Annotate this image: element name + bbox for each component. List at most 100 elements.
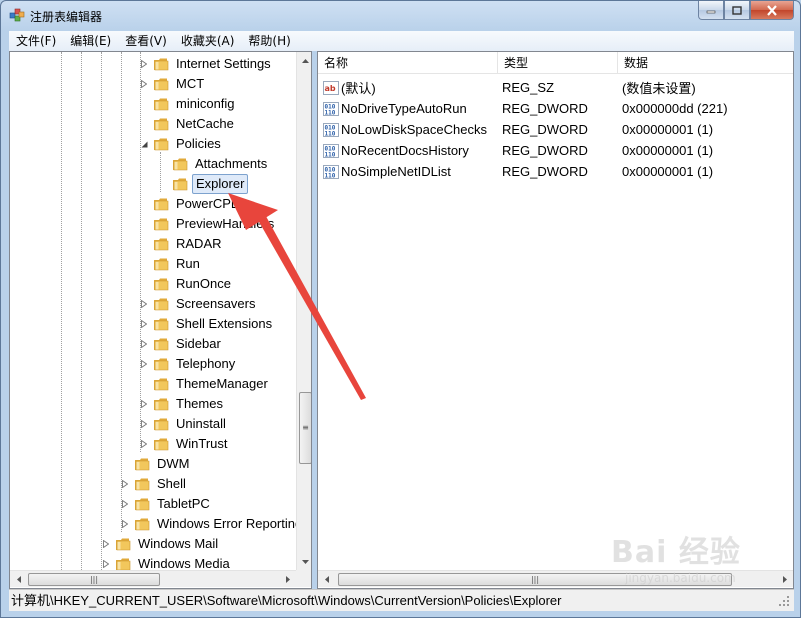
- tree-item[interactable]: miniconfig: [139, 94, 238, 114]
- tree-item-label: Windows Mail: [138, 536, 219, 551]
- tree-item[interactable]: ThemeManager: [139, 374, 271, 394]
- string-value-icon: ab: [323, 80, 339, 95]
- tree-item[interactable]: TabletPC: [120, 494, 213, 514]
- folder-icon: [115, 537, 131, 551]
- tree-item[interactable]: RADAR: [139, 234, 225, 254]
- scroll-down-button[interactable]: [297, 553, 311, 570]
- menu-bar: 文件(F) 编辑(E) 查看(V) 收藏夹(A) 帮助(H): [9, 31, 794, 51]
- tree-item[interactable]: Screensavers: [139, 294, 258, 314]
- column-header-name[interactable]: 名称: [318, 52, 498, 74]
- tree-item[interactable]: Attachments: [158, 154, 270, 174]
- value-row[interactable]: ab (默认) REG_SZ (数值未设置): [318, 77, 778, 98]
- tree-item[interactable]: Sidebar: [139, 334, 224, 354]
- tree-item[interactable]: Windows Media: [101, 554, 233, 570]
- close-button[interactable]: [750, 1, 794, 20]
- grip-icon: |||: [89, 574, 99, 584]
- menu-edit[interactable]: 编辑(E): [63, 31, 118, 51]
- tree-item[interactable]: Shell: [120, 474, 189, 494]
- expand-arrow-icon[interactable]: [139, 399, 149, 409]
- resize-grip-icon[interactable]: [778, 595, 790, 607]
- tree-item[interactable]: PowerCPL: [139, 194, 241, 214]
- tree-item[interactable]: Internet Settings: [139, 54, 274, 74]
- expand-arrow-icon[interactable]: [139, 339, 149, 349]
- folder-icon: [153, 237, 169, 251]
- tree-item[interactable]: NetCache: [139, 114, 237, 134]
- tree-item[interactable]: Policies: [139, 134, 224, 154]
- folder-icon: [172, 177, 188, 191]
- tree-item-label-selected: Explorer: [192, 174, 249, 194]
- expand-arrow-icon[interactable]: [101, 559, 111, 569]
- expand-arrow-icon[interactable]: [120, 519, 130, 529]
- tree-connector: [120, 459, 130, 469]
- expand-arrow-icon[interactable]: [139, 359, 149, 369]
- menu-file[interactable]: 文件(F): [9, 31, 63, 51]
- expand-arrow-icon[interactable]: [139, 299, 149, 309]
- tree-horizontal-scroll-thumb[interactable]: |||: [28, 573, 160, 586]
- tree-item[interactable]: Windows Mail: [101, 534, 221, 554]
- title-bar[interactable]: 注册表编辑器: [1, 1, 800, 31]
- folder-icon: [153, 197, 169, 211]
- folder-icon: [153, 297, 169, 311]
- value-name: NoDriveTypeAutoRun: [341, 101, 467, 116]
- tree-item-label: Uninstall: [176, 416, 226, 431]
- tree-item[interactable]: Run: [139, 254, 203, 274]
- folder-icon: [153, 377, 169, 391]
- dword-value-icon: 010 110: [323, 101, 339, 116]
- value-row[interactable]: 010 110 NoSimpleNetIDList REG_DWORD 0x000000…: [318, 161, 778, 182]
- tree-item-label: Policies: [176, 136, 221, 151]
- tree-item[interactable]: Telephony: [139, 354, 238, 374]
- value-type: REG_DWORD: [502, 143, 588, 158]
- tree-vertical-scroll-thumb[interactable]: ≡: [299, 392, 311, 464]
- tree-item[interactable]: WinTrust: [139, 434, 231, 454]
- tree-horizontal-scrollbar[interactable]: |||: [10, 570, 296, 587]
- expand-arrow-icon[interactable]: [120, 499, 130, 509]
- tree-item[interactable]: Explorer: [158, 174, 249, 194]
- tree-item[interactable]: Uninstall: [139, 414, 229, 434]
- tree-item-label: Shell Extensions: [176, 316, 273, 331]
- menu-view[interactable]: 查看(V): [118, 31, 174, 51]
- tree-item[interactable]: RunOnce: [139, 274, 234, 294]
- tree-item[interactable]: Windows Error Reporting: [120, 514, 296, 534]
- tree-item[interactable]: PreviewHandlers: [139, 214, 277, 234]
- collapse-arrow-icon[interactable]: [139, 139, 149, 149]
- dword-value-icon: 010 110: [323, 164, 339, 179]
- tree-guide-line: [101, 52, 102, 570]
- value-row[interactable]: 010 110 NoDriveTypeAutoRun REG_DWORD 0x00000…: [318, 98, 778, 119]
- folder-icon: [153, 397, 169, 411]
- tree-item[interactable]: DWM: [120, 454, 193, 474]
- tree-item-label: Run: [176, 256, 200, 271]
- tree-item[interactable]: Themes: [139, 394, 226, 414]
- folder-icon: [153, 97, 169, 111]
- key-tree-pane: Internet Settings MCT miniconfig NetCache Po…: [9, 51, 312, 589]
- expand-arrow-icon[interactable]: [139, 319, 149, 329]
- expand-arrow-icon[interactable]: [139, 439, 149, 449]
- menu-help[interactable]: 帮助(H): [241, 31, 297, 51]
- scroll-left-button[interactable]: [318, 571, 335, 588]
- value-row[interactable]: 010 110 NoRecentDocsHistory REG_DWORD 0x0000…: [318, 140, 778, 161]
- baidu-jingyan-watermark: Bai 经验 jingyan.baidu.com: [605, 525, 795, 595]
- value-row[interactable]: 010 110 NoLowDiskSpaceChecks REG_DWORD 0x000…: [318, 119, 778, 140]
- scroll-left-button[interactable]: [10, 571, 27, 588]
- scroll-up-button[interactable]: [297, 52, 311, 69]
- close-icon: [767, 4, 777, 16]
- minimize-button[interactable]: [698, 1, 724, 20]
- menu-favorites[interactable]: 收藏夹(A): [174, 31, 242, 51]
- tree-item-label: Windows Error Reporting: [157, 516, 296, 531]
- scroll-right-button[interactable]: [279, 571, 296, 588]
- tree-item[interactable]: MCT: [139, 74, 207, 94]
- expand-arrow-icon[interactable]: [120, 479, 130, 489]
- column-header-type[interactable]: 类型: [498, 52, 618, 74]
- tree-vertical-scrollbar[interactable]: ≡: [296, 52, 311, 570]
- value-data: (数值未设置): [622, 81, 696, 96]
- tree-item[interactable]: Shell Extensions: [139, 314, 275, 334]
- maximize-button[interactable]: [724, 1, 750, 20]
- tree-item-label: Windows Media: [138, 556, 230, 570]
- expand-arrow-icon[interactable]: [139, 419, 149, 429]
- column-header-data[interactable]: 数据: [618, 52, 793, 74]
- expand-arrow-icon[interactable]: [139, 59, 149, 69]
- expand-arrow-icon[interactable]: [101, 539, 111, 549]
- tree-item-label: PowerCPL: [176, 196, 239, 211]
- tree-item-label: MCT: [176, 76, 205, 91]
- tree-item-label: DWM: [157, 456, 190, 471]
- expand-arrow-icon[interactable]: [139, 79, 149, 89]
